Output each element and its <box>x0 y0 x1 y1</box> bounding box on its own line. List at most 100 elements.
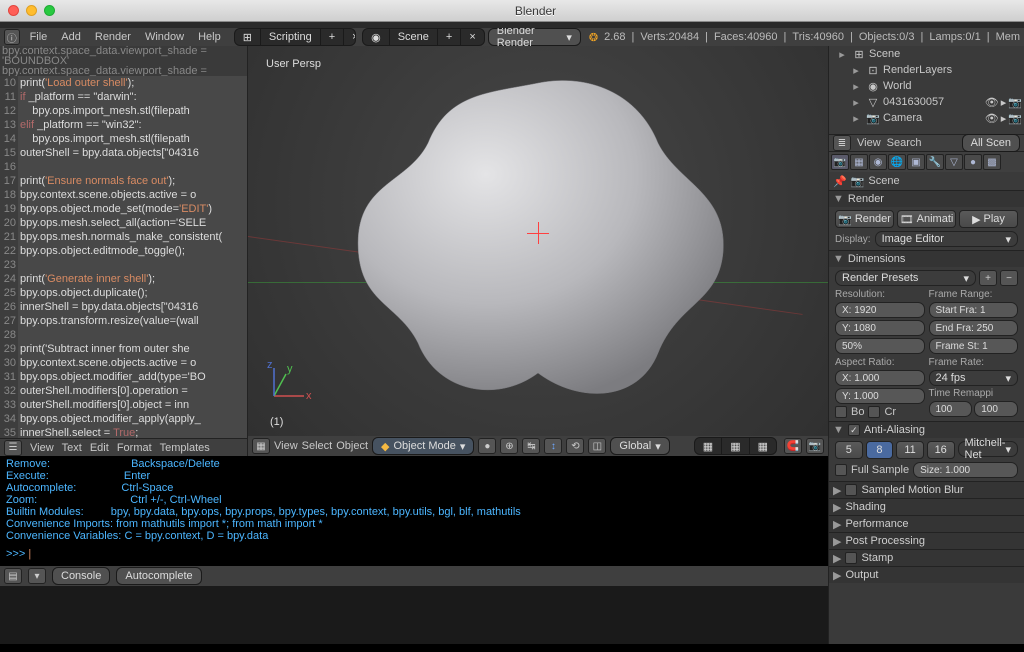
tab-world-icon[interactable]: 🌐 <box>888 154 906 170</box>
outliner-row[interactable]: ▸⊞Scene <box>829 46 1024 62</box>
editor-type-info-icon[interactable]: ⓘ <box>4 29 20 45</box>
panel-collapsed[interactable]: ▶Output <box>829 566 1024 583</box>
tab-texture-icon[interactable]: ▩ <box>983 154 1001 170</box>
fps-select[interactable]: 24 fps▾ <box>929 370 1019 386</box>
layout-add-icon[interactable]: + <box>321 29 344 45</box>
preset-remove-icon[interactable]: − <box>1000 270 1018 286</box>
tab-object-icon[interactable]: ▣ <box>907 154 925 170</box>
panel-collapsed[interactable]: ▶Post Processing <box>829 532 1024 549</box>
snap-toggle-icon[interactable]: 🧲 <box>784 438 802 454</box>
scene-add-icon[interactable]: + <box>438 29 461 45</box>
screen-layout-selector[interactable]: ⊞ Scripting + × <box>234 28 356 46</box>
editor-type-text-icon[interactable]: ☰ <box>4 440 22 456</box>
tab-render-layers-icon[interactable]: ▦ <box>850 154 868 170</box>
close-button[interactable] <box>8 5 19 16</box>
editor-type-3dview-icon[interactable]: ▦ <box>252 438 270 454</box>
border-checkbox[interactable]: Bo <box>835 406 864 418</box>
outliner-menu-view[interactable]: View <box>857 137 881 149</box>
panel-collapsed[interactable]: ▶Stamp <box>829 549 1024 566</box>
aspect-y[interactable]: Y: 1.000 <box>835 388 925 404</box>
frame-end[interactable]: End Fra: 250 <box>929 320 1019 336</box>
preset-add-icon[interactable]: + <box>979 270 997 286</box>
scene-icon[interactable]: ◉ <box>363 29 390 45</box>
res-pct[interactable]: 50% <box>835 338 925 354</box>
python-console[interactable]: Remove: Backspace/DeleteExecute: EnterAu… <box>0 456 828 566</box>
render-button[interactable]: 📷Render <box>835 210 894 228</box>
menu-add[interactable]: Add <box>57 29 85 45</box>
menu-help[interactable]: Help <box>194 29 225 45</box>
text-menu-text[interactable]: Text <box>62 442 82 454</box>
render-presets[interactable]: Render Presets▾ <box>835 270 976 286</box>
text-editor-body[interactable]: 10print('Load outer shell');11if _platfo… <box>0 76 247 438</box>
frame-start[interactable]: Start Fra: 1 <box>929 302 1019 318</box>
layout-grid-icon[interactable]: ⊞ <box>235 29 261 45</box>
panel-collapsed[interactable]: ▶Shading <box>829 498 1024 515</box>
menu-render[interactable]: Render <box>91 29 135 45</box>
aa-5[interactable]: 5 <box>835 441 863 459</box>
outliner-menu-search[interactable]: Search <box>887 137 922 149</box>
pin-icon[interactable]: 📌 <box>833 175 847 188</box>
manipulator-translate-icon[interactable]: ↕ <box>544 438 562 454</box>
aa-filter[interactable]: Mitchell-Net▾ <box>958 441 1018 457</box>
text-menu-format[interactable]: Format <box>117 442 152 454</box>
outliner-row[interactable]: ▸◉World <box>829 78 1024 94</box>
manipulator-rotate-icon[interactable]: ⟲ <box>566 438 584 454</box>
scene-name[interactable]: Scene <box>390 29 438 45</box>
3d-viewport[interactable]: User Persp <box>248 46 828 436</box>
outliner-filter[interactable]: All Scen <box>962 134 1020 152</box>
crop-checkbox[interactable]: Cr <box>868 406 896 418</box>
tab-modifiers-icon[interactable]: 🔧 <box>926 154 944 170</box>
remap-new[interactable]: 100 <box>974 401 1018 417</box>
render-engine-selector[interactable]: Blender Render▾ <box>488 28 581 46</box>
panel-dimensions-head[interactable]: ▼Dimensions <box>829 250 1024 267</box>
tab-material-icon[interactable]: ● <box>964 154 982 170</box>
outliner-row[interactable]: ▸▽0431630057👁▸📷 <box>829 94 1024 110</box>
remap-old[interactable]: 100 <box>929 401 973 417</box>
res-y[interactable]: Y: 1080 <box>835 320 925 336</box>
menu-file[interactable]: File <box>26 29 52 45</box>
panel-collapsed[interactable]: ▶Performance <box>829 515 1024 532</box>
mode-selector[interactable]: ◆Object Mode▾ <box>372 437 474 455</box>
zoom-button[interactable] <box>44 5 55 16</box>
console-menu-icon[interactable]: ▾ <box>28 568 46 584</box>
render-preview-icon[interactable]: 📷 <box>806 438 824 454</box>
panel-render-head[interactable]: ▼Render <box>829 190 1024 207</box>
shading-solid-icon[interactable]: ● <box>478 438 496 454</box>
frame-step[interactable]: Frame St: 1 <box>929 338 1019 354</box>
aspect-x[interactable]: X: 1.000 <box>835 370 925 386</box>
play-button[interactable]: ▶Play <box>959 210 1018 228</box>
full-sample-checkbox[interactable]: Full Sample <box>835 464 909 476</box>
menu-window[interactable]: Window <box>141 29 188 45</box>
editor-type-console-icon[interactable]: ▤ <box>4 568 22 584</box>
manipulator-toggle-icon[interactable]: ↹ <box>522 438 540 454</box>
autocomplete-btn[interactable]: Autocomplete <box>116 567 201 585</box>
outliner-row[interactable]: ▸⊡RenderLayers <box>829 62 1024 78</box>
console-btn[interactable]: Console <box>52 567 110 585</box>
layers-buttons[interactable]: ▦▦▦ <box>694 437 777 455</box>
tab-scene-icon[interactable]: ◉ <box>869 154 887 170</box>
aa-16[interactable]: 16 <box>927 441 955 459</box>
outliner[interactable]: ▸⊞Scene▸⊡RenderLayers▸◉World▸▽0431630057… <box>829 46 1024 134</box>
transform-orientation[interactable]: Global▾ <box>610 437 669 455</box>
res-x[interactable]: X: 1920 <box>835 302 925 318</box>
filter-size[interactable]: Size: 1.000 <box>913 462 1018 478</box>
vp-menu-view[interactable]: View <box>274 440 298 452</box>
text-menu-view[interactable]: View <box>30 442 54 454</box>
editor-type-outliner-icon[interactable]: ≣ <box>833 135 851 151</box>
minimize-button[interactable] <box>26 5 37 16</box>
vp-menu-object[interactable]: Object <box>336 440 368 452</box>
scene-remove-icon[interactable]: × <box>461 29 483 45</box>
panel-collapsed[interactable]: ▶Sampled Motion Blur <box>829 481 1024 498</box>
pivot-median-icon[interactable]: ⊕ <box>500 438 518 454</box>
aa-8[interactable]: 8 <box>866 441 894 459</box>
text-menu-edit[interactable]: Edit <box>90 442 109 454</box>
animation-button[interactable]: 🎞Animati <box>897 210 956 228</box>
manipulator-scale-icon[interactable]: ◫ <box>588 438 606 454</box>
text-menu-templates[interactable]: Templates <box>160 442 210 454</box>
tab-render-icon[interactable]: 📷 <box>831 154 849 170</box>
outliner-row[interactable]: ▸📷Camera👁▸📷 <box>829 110 1024 126</box>
tab-data-icon[interactable]: ▽ <box>945 154 963 170</box>
aa-11[interactable]: 11 <box>896 441 924 459</box>
display-select[interactable]: Image Editor▾ <box>875 231 1018 247</box>
vp-menu-select[interactable]: Select <box>302 440 333 452</box>
